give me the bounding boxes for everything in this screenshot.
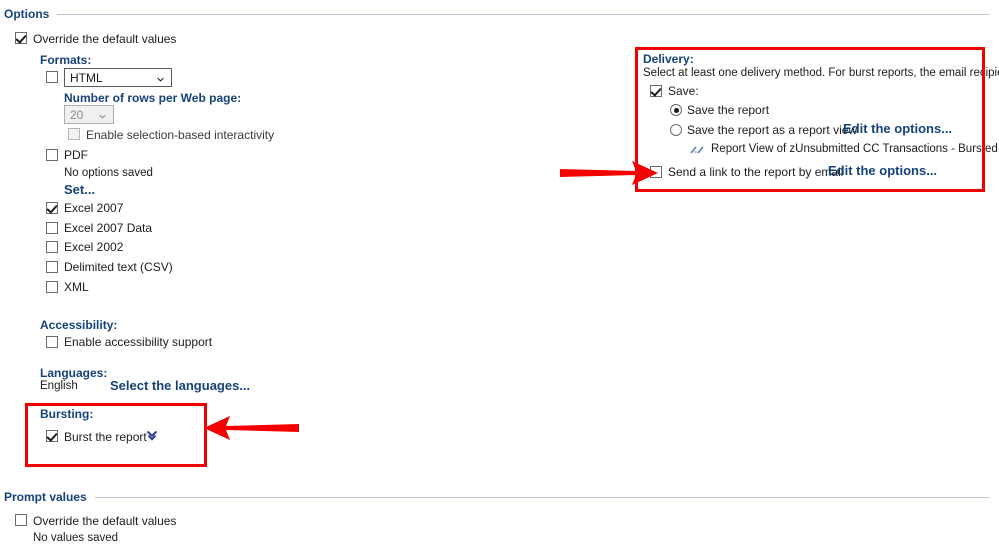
rows-per-page-value: 20: [70, 107, 84, 122]
delivery-description: Select at least one delivery method. For…: [643, 67, 999, 79]
prompt-values-override-label: Override the default values: [33, 514, 177, 528]
languages-title: Languages:: [40, 366, 108, 380]
format-html-checkbox[interactable]: [46, 71, 58, 83]
options-override-label: Override the default values: [33, 32, 177, 46]
rows-per-page-label: Number of rows per Web page:: [64, 91, 242, 105]
options-section-heading: Options: [4, 7, 989, 21]
accessibility-label: Enable accessibility support: [64, 335, 213, 349]
prompt-values-section-heading: Prompt values: [4, 490, 989, 504]
options-override-checkbox[interactable]: [15, 32, 27, 44]
options-section-rule: [57, 13, 989, 15]
delivery-save-report-radio[interactable]: [670, 104, 682, 116]
format-pdf-set-link[interactable]: Set...: [64, 182, 95, 197]
format-csv-label: Delimited text (CSV): [64, 260, 173, 274]
accessibility-title: Accessibility:: [40, 318, 118, 332]
languages-value: English: [40, 380, 78, 392]
selection-interactivity-label: Enable selection-based interactivity: [86, 128, 275, 142]
format-excel2002-checkbox[interactable]: [46, 241, 58, 253]
format-html-select-value: HTML: [70, 70, 103, 85]
bursting-checkbox[interactable]: [46, 430, 58, 442]
delivery-report-view-name: Report View of zUnsubmitted CC Transacti…: [711, 143, 999, 155]
format-excel2007-checkbox[interactable]: [46, 202, 58, 214]
bursting-label: Burst the report: [64, 430, 147, 444]
format-excel2002-label: Excel 2002: [64, 240, 124, 254]
format-pdf-checkbox[interactable]: [46, 149, 58, 161]
delivery-save-label: Save:: [668, 84, 699, 98]
delivery-title: Delivery:: [643, 52, 694, 66]
bursting-title: Bursting:: [40, 407, 94, 421]
delivery-report-view-edit-options-link[interactable]: Edit the options...: [843, 121, 952, 136]
options-section-title: Options: [4, 7, 50, 21]
prompt-values-section-rule: [94, 496, 989, 498]
format-pdf-label: PDF: [64, 148, 88, 162]
delivery-email-edit-options-link[interactable]: Edit the options...: [828, 163, 937, 178]
arrow-pointing-left-icon: [204, 416, 299, 440]
format-xml-checkbox[interactable]: [46, 281, 58, 293]
formats-title: Formats:: [40, 53, 92, 67]
delivery-email-checkbox[interactable]: [650, 166, 662, 178]
prompt-values-status: No values saved: [33, 532, 119, 544]
format-excel2007data-checkbox[interactable]: [46, 222, 58, 234]
prompt-values-override-checkbox[interactable]: [15, 514, 27, 526]
delivery-save-checkbox[interactable]: [650, 85, 662, 97]
accessibility-checkbox[interactable]: [46, 336, 58, 348]
double-chevron-down-icon[interactable]: [146, 429, 158, 443]
delivery-save-report-view-radio[interactable]: [670, 124, 682, 136]
delivery-save-report-label: Save the report: [687, 103, 770, 117]
selection-interactivity-checkbox[interactable]: [68, 128, 80, 140]
format-excel2007-label: Excel 2007: [64, 201, 124, 215]
format-excel2007data-label: Excel 2007 Data: [64, 221, 153, 235]
chevron-down-icon: [99, 114, 106, 119]
format-csv-checkbox[interactable]: [46, 261, 58, 273]
delivery-save-report-view-label: Save the report as a report view: [687, 123, 858, 137]
delivery-email-label: Send a link to the report by email: [668, 165, 844, 179]
chevron-down-icon: [157, 77, 164, 82]
format-xml-label: XML: [64, 280, 89, 294]
select-languages-link[interactable]: Select the languages...: [110, 378, 250, 393]
arrow-pointing-right-icon: [560, 161, 658, 185]
report-view-icon: [690, 146, 704, 154]
format-html-select[interactable]: HTML: [64, 68, 172, 87]
rows-per-page-select[interactable]: 20: [64, 105, 114, 124]
prompt-values-section-title: Prompt values: [4, 490, 87, 504]
format-pdf-status: No options saved: [64, 167, 153, 179]
